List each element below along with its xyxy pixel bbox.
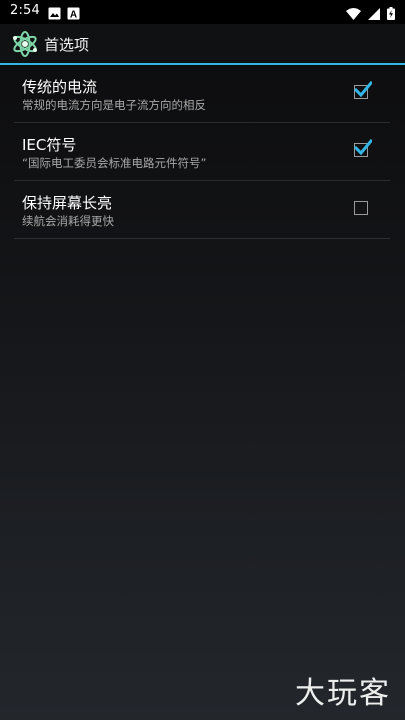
pref-iec-symbols[interactable]: IEC符号 “国际电工委员会标准电路元件符号” [14,123,390,181]
status-left-icons: A [48,5,80,24]
pref-title: 保持屏幕长亮 [22,194,113,212]
status-time: 2:54 [10,3,40,18]
preferences-list: 传统的电流 常规的电流方向是电子流方向的相反 IEC符号 “国际电工委员会标准电… [14,65,390,239]
image-icon [48,5,61,24]
watermark: 大玩客 [295,676,391,711]
screen: 2:54 A 首选项 传统的电流 常规的电流方向是电子流方向的相反 IEC符号 … [0,0,405,720]
cellular-icon [368,5,380,24]
atom-app-icon[interactable] [11,30,39,58]
checkbox-keep-screen-on[interactable] [354,201,368,215]
pref-title: IEC符号 [22,136,77,154]
pref-summary: 续航会消耗得更快 [22,214,114,228]
battery-charging-icon [387,5,395,24]
page-title: 首选项 [44,36,90,54]
checkmark-icon [354,139,372,156]
notification-a-icon: A [67,5,80,24]
status-right-icons [346,5,395,24]
pref-keep-screen-on[interactable]: 保持屏幕长亮 续航会消耗得更快 [14,181,390,239]
svg-text:A: A [70,10,77,21]
action-bar: 首选项 [0,24,405,64]
pref-summary: “国际电工委员会标准电路元件符号” [22,156,207,170]
wifi-icon [346,5,361,24]
status-bar: 2:54 A [0,0,405,24]
pref-conventional-current[interactable]: 传统的电流 常规的电流方向是电子流方向的相反 [14,65,390,123]
pref-summary: 常规的电流方向是电子流方向的相反 [22,98,206,112]
pref-title: 传统的电流 [22,78,98,96]
checkmark-icon [354,81,372,98]
checkbox-conventional-current[interactable] [354,81,372,99]
checkbox-iec-symbols[interactable] [354,139,372,157]
